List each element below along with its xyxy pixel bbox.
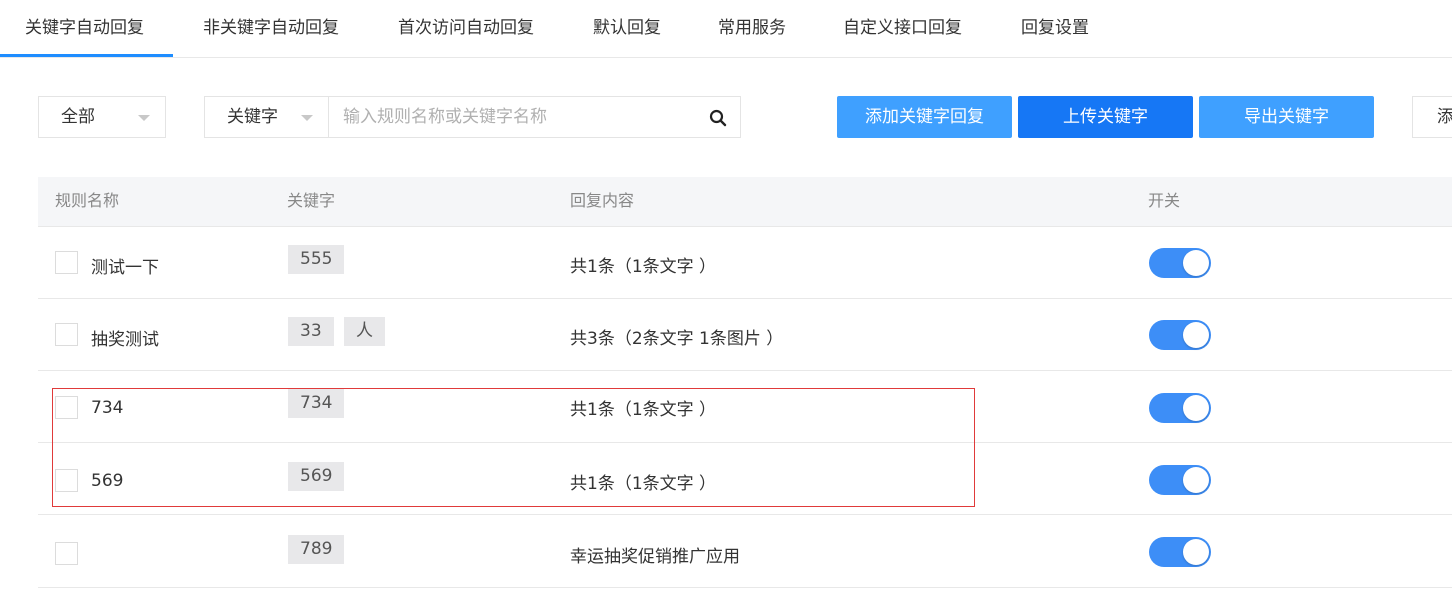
toggle-knob — [1183, 322, 1209, 348]
chevron-down-icon — [301, 115, 313, 121]
table-header: 规则名称 关键字 回复内容 开关 — [38, 177, 1452, 227]
rule-name: 569 — [91, 471, 124, 491]
search-icon[interactable] — [709, 109, 727, 127]
upload-keywords-button[interactable]: 上传关键字 — [1018, 96, 1193, 138]
table-row: 569 569 共1条（1条文字 ） — [38, 443, 1452, 515]
table-row: 抽奖测试 33 人 共3条（2条文字 1条图片 ） — [38, 299, 1452, 371]
keyword-tag: 734 — [288, 389, 345, 418]
keyword-tag: 555 — [288, 245, 345, 274]
column-header-switch: 开关 — [1148, 191, 1181, 210]
toggle-knob — [1183, 467, 1209, 493]
column-header-reply-content: 回复内容 — [570, 191, 635, 210]
tab-reply-settings[interactable]: 回复设置 — [1021, 0, 1089, 57]
keyword-tag: 人 — [344, 317, 385, 346]
export-keywords-button[interactable]: 导出关键字 — [1199, 96, 1374, 138]
rule-name: 734 — [91, 398, 124, 418]
enable-toggle[interactable] — [1149, 465, 1211, 495]
table-row: 734 734 共1条（1条文字 ） — [38, 371, 1452, 443]
enable-toggle[interactable] — [1149, 320, 1211, 350]
search-box — [328, 96, 741, 138]
enable-toggle[interactable] — [1149, 393, 1211, 423]
add-more-button[interactable]: 添 — [1412, 96, 1452, 138]
field-select-value: 关键字 — [227, 107, 278, 127]
toggle-knob — [1183, 395, 1209, 421]
table-row: 789 幸运抽奖促销推广应用 — [38, 516, 1452, 588]
add-keyword-reply-button[interactable]: 添加关键字回复 — [837, 96, 1012, 138]
search-input[interactable] — [343, 105, 703, 129]
tab-custom-api-reply[interactable]: 自定义接口回复 — [843, 0, 962, 57]
tab-bar: 关键字自动回复 非关键字自动回复 首次访问自动回复 默认回复 常用服务 自定义接… — [0, 0, 1452, 58]
reply-content: 共3条（2条文字 1条图片 ） — [570, 329, 784, 349]
reply-content: 共1条（1条文字 ） — [570, 474, 717, 494]
column-header-keyword: 关键字 — [287, 191, 336, 210]
column-header-rule-name: 规则名称 — [55, 191, 120, 210]
reply-content: 共1条（1条文字 ） — [570, 400, 717, 420]
toggle-knob — [1183, 250, 1209, 276]
tab-keyword-auto-reply[interactable]: 关键字自动回复 — [0, 0, 173, 57]
keyword-tag: 33 — [288, 317, 334, 346]
keyword-tag: 569 — [288, 462, 345, 491]
toggle-knob — [1183, 539, 1209, 565]
keyword-tag: 789 — [288, 535, 345, 564]
enable-toggle[interactable] — [1149, 537, 1211, 567]
enable-toggle[interactable] — [1149, 248, 1211, 278]
reply-content: 幸运抽奖促销推广应用 — [570, 547, 740, 567]
row-checkbox[interactable] — [55, 251, 78, 274]
rule-name: 抽奖测试 — [91, 330, 159, 350]
scope-select-value: 全部 — [61, 107, 95, 127]
row-checkbox[interactable] — [55, 542, 78, 565]
row-checkbox[interactable] — [55, 469, 78, 492]
tab-default-reply[interactable]: 默认回复 — [593, 0, 661, 57]
field-select[interactable]: 关键字 — [204, 96, 329, 138]
reply-content: 共1条（1条文字 ） — [570, 257, 717, 277]
rule-name: 测试一下 — [91, 258, 159, 278]
chevron-down-icon — [138, 115, 150, 121]
scope-select[interactable]: 全部 — [38, 96, 166, 138]
tab-common-services[interactable]: 常用服务 — [718, 0, 786, 57]
row-checkbox[interactable] — [55, 323, 78, 346]
table-row: 测试一下 555 共1条（1条文字 ） — [38, 227, 1452, 299]
tab-first-visit-auto-reply[interactable]: 首次访问自动回复 — [398, 0, 534, 57]
row-checkbox[interactable] — [55, 396, 78, 419]
tab-non-keyword-auto-reply[interactable]: 非关键字自动回复 — [203, 0, 339, 57]
